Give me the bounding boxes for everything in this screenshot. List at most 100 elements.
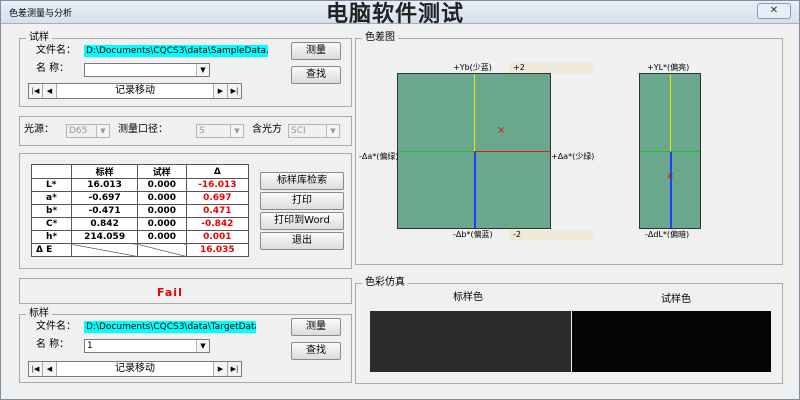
sample-name-combo[interactable]: ▼ (84, 63, 210, 77)
light-source-label: 光源： (24, 124, 54, 135)
chevron-down-icon[interactable]: ▼ (230, 125, 243, 137)
next-record-icon[interactable]: ▶ (213, 84, 227, 98)
standard-name-value: 1 (87, 341, 93, 351)
sample-legend: 试样 (26, 32, 52, 44)
empty-cell (71, 243, 138, 257)
aperture-label: 测量口径： (118, 124, 168, 135)
standard-record-nav: |◀ ◀ 记录移动 ▶ ▶| (28, 361, 242, 377)
chevron-down-icon[interactable]: ▼ (196, 64, 209, 76)
sam-value: 0.000 (137, 217, 187, 231)
main-window: 色差测量与分析 ✕ 电脑软件测试 试样 文件名： D:\Documents\CQ… (0, 0, 800, 400)
standard-file-field[interactable]: D:\Documents\CQCS3\data\TargetData.dat (84, 321, 256, 333)
standard-color-swatch (370, 311, 571, 372)
library-search-button[interactable]: 标样库检索 (260, 172, 344, 190)
l-vertical-axis-blue (670, 151, 672, 228)
table-row: Δ E 16.035 (30, 243, 250, 257)
options-group: 光源： D65 ▼ 测量口径： S ▼ 含光方 SCI ▼ (19, 116, 352, 146)
first-record-icon[interactable]: |◀ (29, 362, 43, 376)
aperture-value: S (199, 126, 205, 136)
ab-left-label: -Δa*(偏绿) (359, 152, 399, 161)
sam-value: 0.000 (137, 178, 187, 192)
row-label: Δ E (30, 243, 73, 257)
standard-group: 标样 文件名： D:\Documents\CQCS3\data\TargetDa… (19, 308, 352, 383)
l-marker-icon: × (666, 171, 675, 182)
header-cell: Δ (185, 164, 250, 179)
sample-file-field[interactable]: D:\Documents\CQCS3\data\SampleData.dat (84, 45, 268, 57)
aperture-combo[interactable]: S ▼ (196, 124, 244, 138)
sample-name-label: 名 称： (36, 63, 70, 74)
row-label: a* (30, 191, 73, 205)
l-bottom-label: -ΔdL*(偏暗) (645, 230, 690, 239)
l-plot: × (639, 73, 701, 229)
table-row: C* 0.842 0.000 -0.842 (30, 217, 250, 231)
first-record-icon[interactable]: |◀ (29, 84, 43, 98)
specular-value: SCI (291, 126, 306, 136)
table-header-row: 标样 试样 Δ (30, 164, 250, 179)
light-source-value: D65 (69, 126, 88, 136)
print-word-button[interactable]: 打印到Word (260, 212, 344, 230)
standard-file-label: 文件名： (36, 321, 76, 332)
prev-record-icon[interactable]: ◀ (43, 84, 57, 98)
delta-e-value: 16.035 (185, 243, 250, 257)
window-title: 色差测量与分析 (9, 9, 73, 19)
standard-measure-button[interactable]: 测量 (291, 318, 341, 336)
banner-title: 电脑软件测试 (326, 2, 465, 27)
sample-record-nav: |◀ ◀ 记录移动 ▶ ▶| (28, 83, 242, 99)
chevron-down-icon[interactable]: ▼ (196, 340, 209, 352)
results-table: 标样 试样 Δ L* 16.013 0.000 -16.013 a* -0.69… (30, 164, 250, 257)
sam-value: 0.000 (137, 204, 187, 218)
delta-value: 0.471 (185, 204, 250, 218)
close-button[interactable]: ✕ (757, 3, 791, 19)
table-row: L* 16.013 0.000 -16.013 (30, 178, 250, 192)
table-row: b* -0.471 0.000 0.471 (30, 204, 250, 218)
ab-bottom-label: -Δb*(偏蓝) (453, 230, 493, 239)
l-vertical-axis-yellow (670, 74, 671, 151)
header-cell: 试样 (137, 164, 187, 179)
specular-combo[interactable]: SCI ▼ (288, 124, 340, 138)
standard-color-label: 标样色 (453, 292, 483, 303)
sample-measure-button[interactable]: 测量 (291, 42, 341, 60)
l-horizontal-axis (640, 151, 700, 152)
last-record-icon[interactable]: ▶| (227, 362, 241, 376)
ab-plot: × (397, 73, 551, 229)
std-value: 0.842 (71, 217, 138, 231)
ab-vertical-axis-yellow (474, 74, 475, 151)
standard-legend: 标样 (26, 308, 52, 320)
ab-horizontal-axis-green (398, 151, 474, 152)
header-cell: 标样 (71, 164, 138, 179)
row-label: h* (30, 230, 73, 244)
row-label: b* (30, 204, 73, 218)
delta-value: 0.001 (185, 230, 250, 244)
delta-value: -16.013 (185, 178, 250, 192)
table-row: h* 214.059 0.000 0.001 (30, 230, 250, 244)
next-record-icon[interactable]: ▶ (213, 362, 227, 376)
row-label: L* (30, 178, 73, 192)
row-label: C* (30, 217, 73, 231)
exit-button[interactable]: 退出 (260, 232, 344, 250)
ab-vertical-axis-blue (474, 151, 476, 228)
print-button[interactable]: 打印 (260, 192, 344, 210)
ab-top-label: +Yb(少蓝) (453, 63, 492, 72)
standard-name-combo[interactable]: 1 ▼ (84, 339, 210, 353)
std-value: -0.471 (71, 204, 138, 218)
ab-marker-icon: × (497, 125, 506, 136)
status-text: Fail (157, 286, 183, 299)
chevron-down-icon[interactable]: ▼ (96, 125, 109, 137)
ab-bottom-scale: -2 (509, 230, 593, 240)
sample-find-button[interactable]: 查找 (291, 66, 341, 84)
chevron-down-icon[interactable]: ▼ (326, 125, 339, 137)
delta-value: -0.842 (185, 217, 250, 231)
std-value: 214.059 (71, 230, 138, 244)
sample-color-label: 试样色 (661, 294, 691, 305)
prev-record-icon[interactable]: ◀ (43, 362, 57, 376)
sam-value: 0.000 (137, 230, 187, 244)
sample-group: 试样 文件名： D:\Documents\CQCS3\data\SampleDa… (19, 32, 352, 107)
sam-value: 0.000 (137, 191, 187, 205)
standard-find-button[interactable]: 查找 (291, 342, 341, 360)
last-record-icon[interactable]: ▶| (227, 84, 241, 98)
header-cell (30, 164, 73, 179)
ab-horizontal-axis-red (474, 151, 550, 152)
sample-color-swatch (572, 311, 771, 372)
light-source-combo[interactable]: D65 ▼ (66, 124, 110, 138)
specular-label: 含光方 (252, 124, 282, 135)
